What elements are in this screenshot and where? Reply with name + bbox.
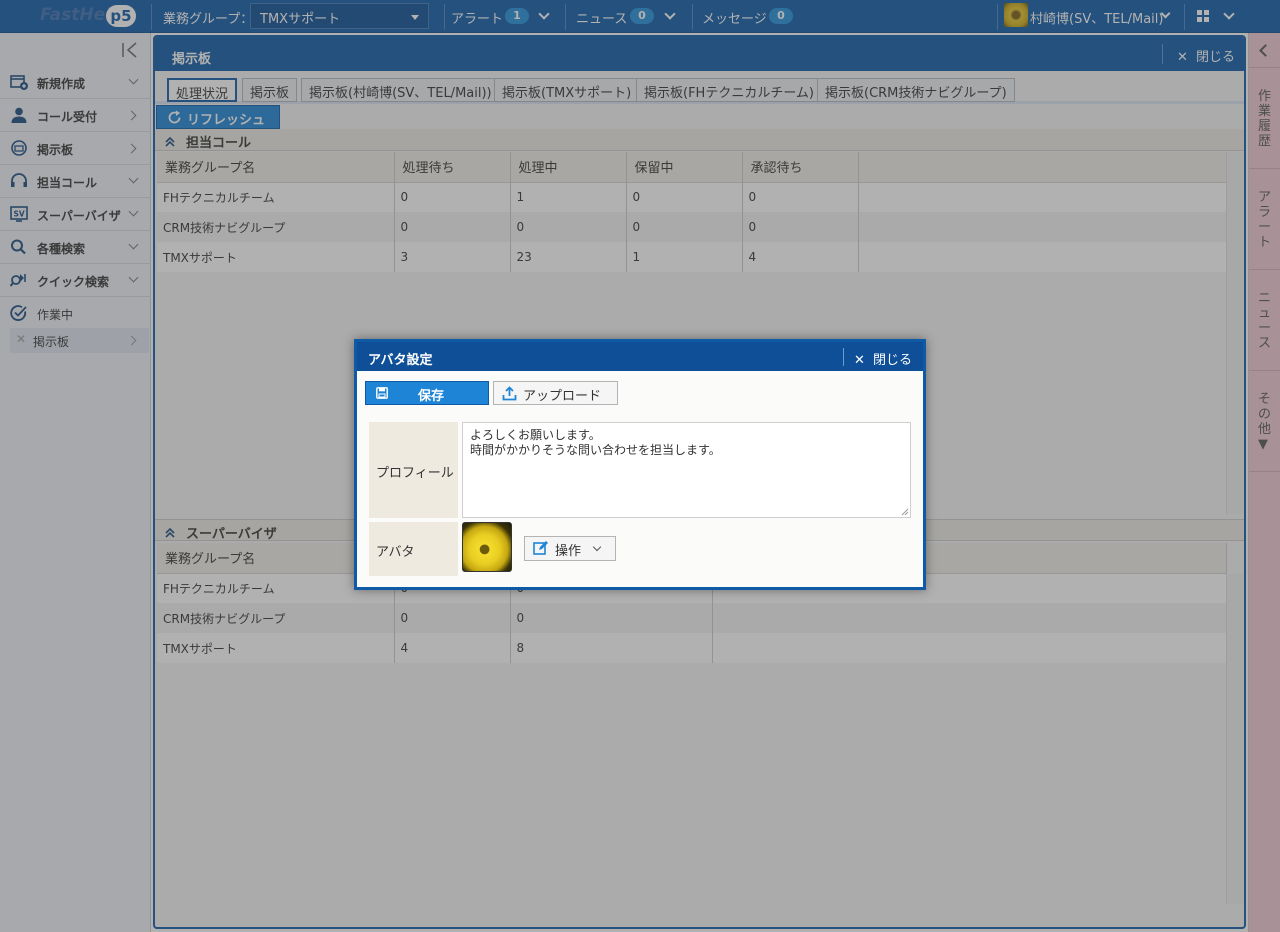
dialog-title: アバタ設定 [368, 353, 433, 368]
dialog-header: アバタ設定 ✕ 閉じる [357, 342, 923, 371]
profile-label: プロフィール [369, 422, 458, 518]
floppy-disk-icon [376, 387, 388, 399]
close-dialog-button[interactable]: ✕ 閉じる [854, 349, 912, 368]
avatar-settings-dialog: アバタ設定 ✕ 閉じる 保存 アップロード プロフィール よろしくお願いします。… [354, 339, 926, 590]
close-icon: ✕ [854, 353, 865, 368]
chevron-down-icon [592, 542, 602, 552]
dialog-body: 保存 アップロード プロフィール よろしくお願いします。 時間がかかりそうな問い… [357, 371, 923, 587]
upload-button[interactable]: アップロード [493, 381, 618, 405]
avatar-label: アバタ [369, 522, 458, 576]
save-button[interactable]: 保存 [365, 381, 489, 405]
upload-icon [502, 386, 517, 401]
profile-textarea[interactable]: よろしくお願いします。 時間がかかりそうな問い合わせを担当します。 [462, 422, 911, 518]
avatar-image [462, 522, 512, 572]
operation-dropdown-button[interactable]: 操作 [524, 536, 616, 561]
resize-handle-icon[interactable] [901, 508, 909, 516]
edit-icon [533, 541, 548, 555]
divider [843, 348, 844, 366]
